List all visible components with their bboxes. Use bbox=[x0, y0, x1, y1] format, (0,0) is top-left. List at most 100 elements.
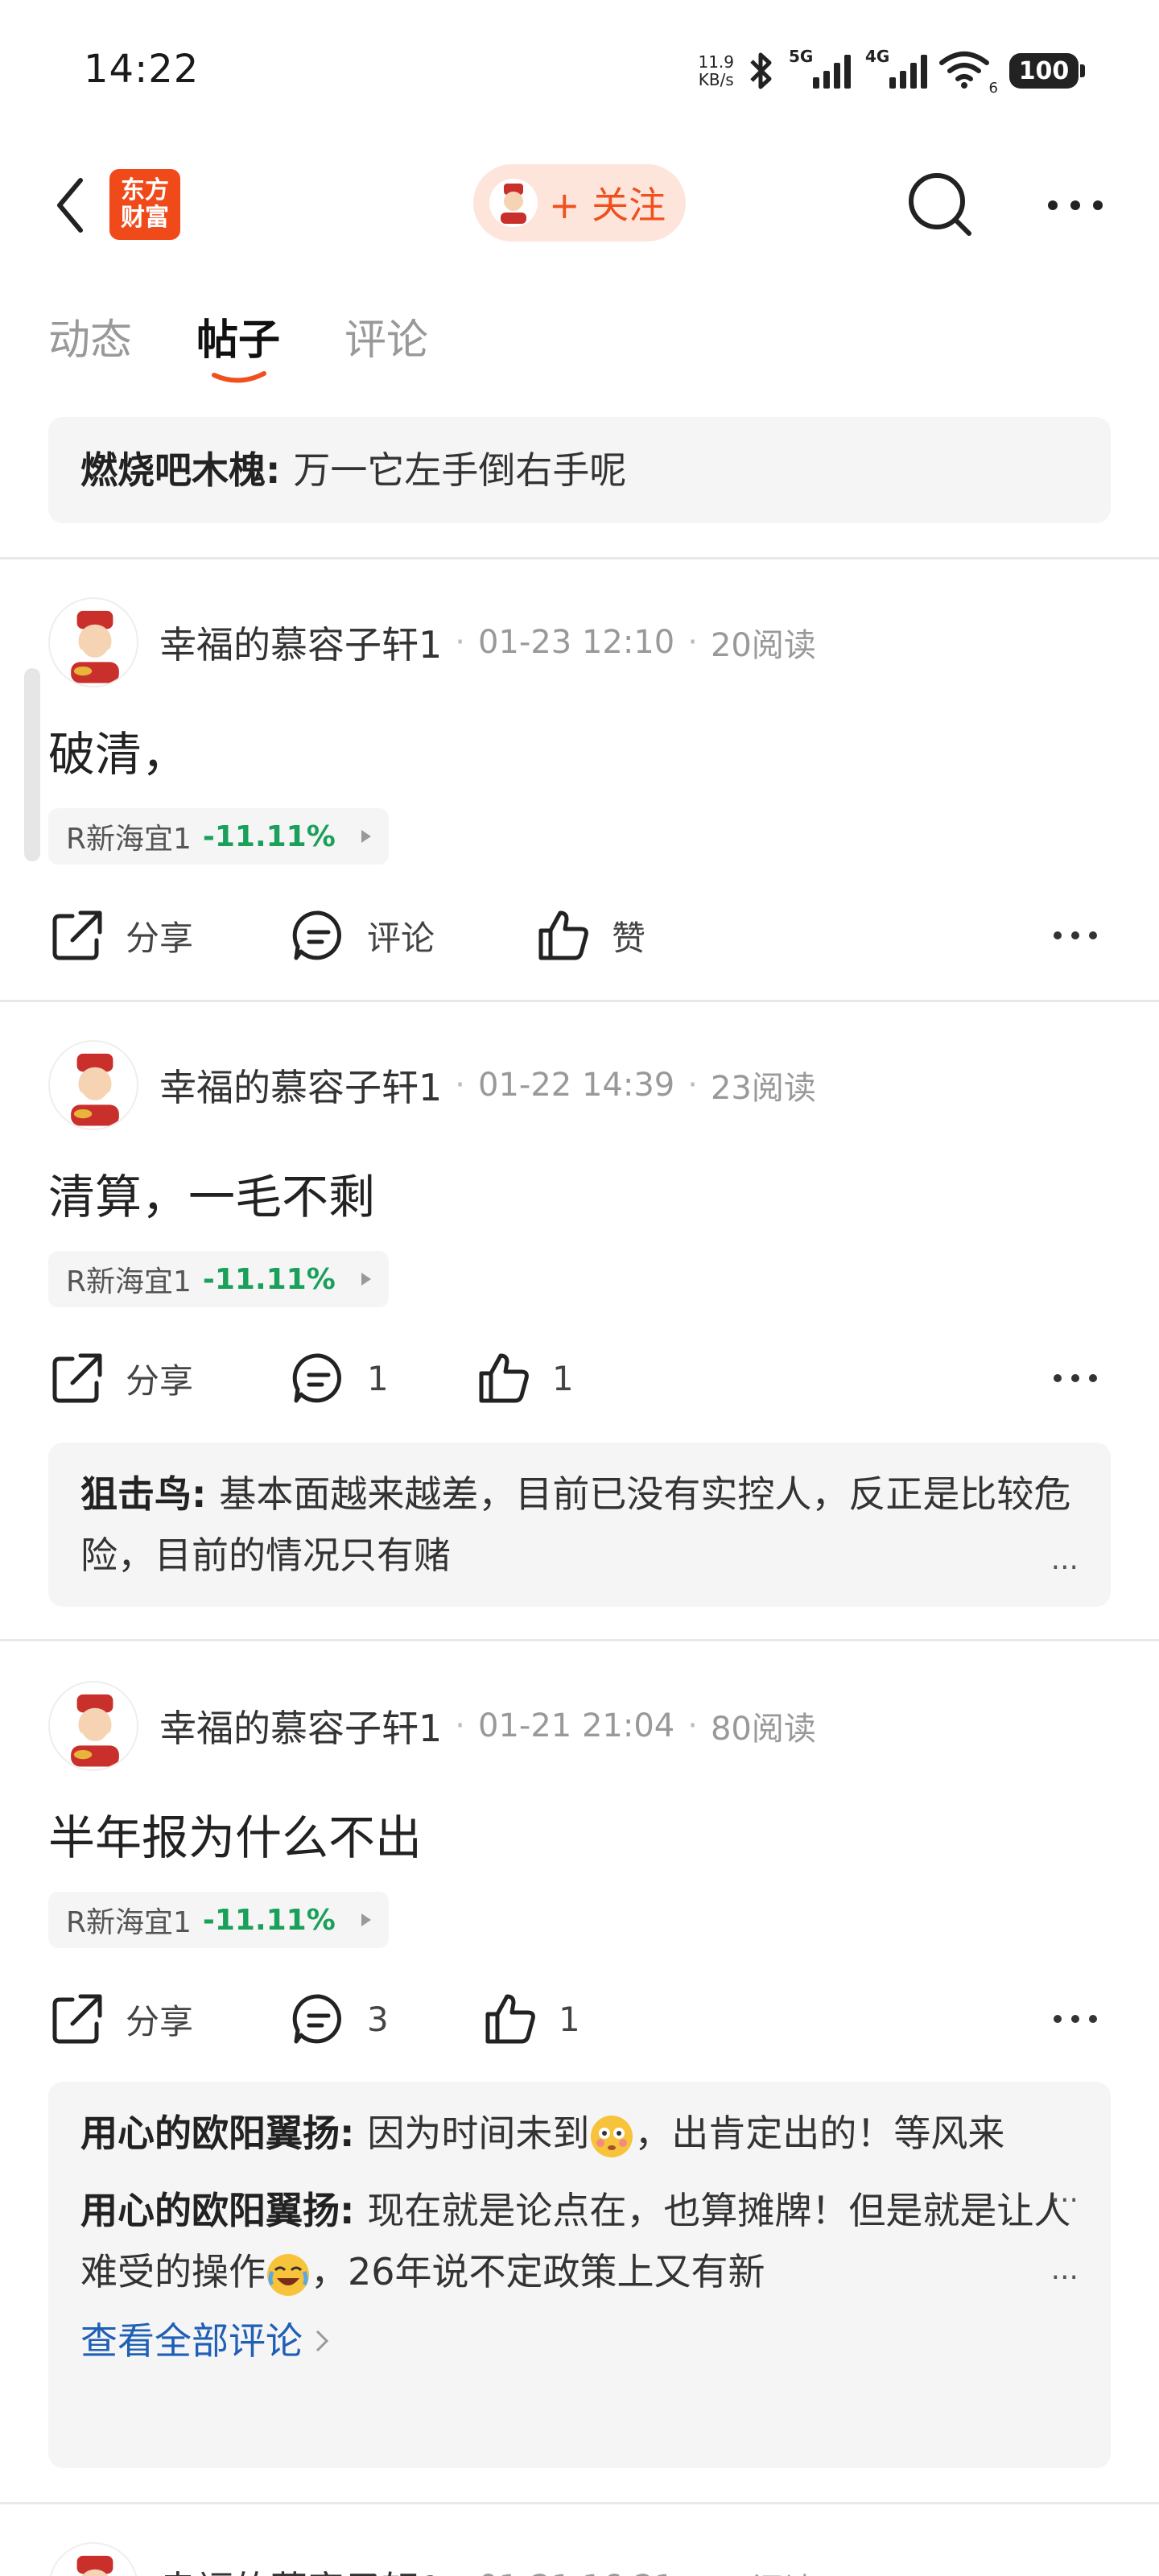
post-date: 01-21 16:21 bbox=[478, 2569, 674, 2576]
tab-posts[interactable]: 帖子 bbox=[196, 306, 280, 383]
battery-level: 100 bbox=[1018, 56, 1070, 85]
battery-icon: 100 bbox=[1009, 53, 1085, 89]
post-more-icon[interactable] bbox=[1051, 926, 1099, 945]
post-body[interactable]: 半年报为什么不出 bbox=[48, 1800, 422, 1868]
comment-author[interactable]: 燃烧吧木槐 bbox=[80, 448, 266, 492]
chevron-right-icon bbox=[316, 2330, 329, 2352]
share-button[interactable]: 分享 bbox=[48, 897, 193, 974]
chip-arrow-icon bbox=[361, 1913, 371, 1926]
like-button[interactable]: 1 bbox=[475, 1340, 574, 1417]
post-reads: 20阅读 bbox=[710, 627, 816, 664]
signal-4g-icon: 4G bbox=[865, 47, 927, 89]
post-actions: 分享 3 1 bbox=[48, 1980, 1111, 2058]
top-comment-box[interactable]: 燃烧吧木槐: 万一它左手倒右手呢 bbox=[48, 417, 1111, 523]
logo-line-1: 东方 bbox=[121, 176, 169, 204]
share-label: 分享 bbox=[126, 918, 194, 958]
comment-button[interactable]: 评论 bbox=[290, 897, 435, 974]
net-speed-value: 11.9 bbox=[698, 52, 734, 72]
thumbs-up-icon bbox=[538, 910, 588, 960]
like-button[interactable]: 赞 bbox=[534, 897, 645, 974]
comment-author[interactable]: 用心的欧阳翼扬 bbox=[80, 2112, 340, 2155]
comment-separator: : bbox=[192, 1472, 220, 1516]
divider bbox=[0, 1639, 1159, 1641]
post-author[interactable]: 幸福的慕容子轩1 bbox=[159, 1059, 442, 1112]
post-body[interactable]: 破清， bbox=[48, 716, 188, 784]
post-header: 幸福的慕容子轩1 · 01-21 16:21 · 45阅读 bbox=[48, 2541, 816, 2576]
comment-separator: : bbox=[340, 2189, 368, 2232]
comment-author[interactable]: 狙击鸟 bbox=[80, 1472, 192, 1516]
avatar[interactable] bbox=[48, 597, 138, 687]
scroll-indicator[interactable] bbox=[24, 668, 40, 861]
meta-dot: · bbox=[455, 2569, 465, 2576]
comment-text-cont: ，26年说不定政策上又有新 bbox=[311, 2250, 765, 2293]
signal-5g-label: 5G bbox=[789, 47, 814, 66]
back-button[interactable] bbox=[47, 169, 95, 242]
post-actions: 分享 评论 赞 bbox=[48, 897, 1111, 974]
flushed-face-emoji-icon bbox=[591, 2115, 633, 2157]
post-author[interactable]: 幸福的慕容子轩1 bbox=[159, 616, 442, 669]
thumbs-up-icon bbox=[485, 1994, 535, 2044]
more-options-button[interactable] bbox=[1043, 177, 1107, 233]
post-body[interactable]: 清算，一毛不剩 bbox=[48, 1159, 375, 1227]
post-date: 01-22 14:39 bbox=[478, 1067, 675, 1104]
thumbs-up-icon bbox=[479, 1353, 529, 1403]
comment-text: 基本面越来越差，目前已没有实控人，反正是比较危险，目前的情况只有赌 bbox=[80, 1472, 1071, 1577]
comment-icon bbox=[292, 1994, 341, 2044]
post-author[interactable]: 幸福的慕容子轩1 bbox=[159, 1699, 442, 1752]
logo-line-2: 财富 bbox=[121, 204, 169, 232]
stock-tag[interactable]: R新海宜1 -11.11% bbox=[48, 1251, 389, 1307]
stock-tag[interactable]: R新海宜1 -11.11% bbox=[48, 808, 389, 865]
stock-tag[interactable]: R新海宜1 -11.11% bbox=[48, 1892, 389, 1948]
avatar[interactable] bbox=[48, 1681, 138, 1771]
comment-separator: : bbox=[340, 2112, 368, 2155]
post-header: 幸福的慕容子轩1 · 01-21 21:04 · 80阅读 bbox=[48, 1679, 816, 1773]
follow-button[interactable]: + 关注 bbox=[473, 164, 686, 242]
app-logo[interactable]: 东方 财富 bbox=[109, 169, 180, 240]
post-date: 01-21 21:04 bbox=[478, 1707, 675, 1744]
top-nav: 东方 财富 + 关注 bbox=[0, 153, 1159, 258]
post-author[interactable]: 幸福的慕容子轩1 bbox=[159, 2561, 442, 2576]
post-reads: 45阅读 bbox=[711, 2564, 816, 2576]
meta-dot: · bbox=[687, 1067, 698, 1104]
divider bbox=[0, 557, 1159, 559]
comment-count: 1 bbox=[367, 1358, 389, 1398]
comment-preview-box[interactable]: 狙击鸟: 基本面越来越差，目前已没有实控人，反正是比较危险，目前的情况只有赌 .… bbox=[48, 1443, 1111, 1607]
comment-button[interactable]: 1 bbox=[290, 1340, 389, 1417]
chip-arrow-icon bbox=[361, 1273, 371, 1286]
post-date: 01-23 12:10 bbox=[478, 624, 675, 661]
comment-ellipsis: ... bbox=[1050, 2253, 1079, 2286]
tab-dynamics[interactable]: 动态 bbox=[48, 306, 132, 366]
tab-comments[interactable]: 评论 bbox=[344, 306, 428, 366]
meta-dot: · bbox=[687, 1707, 698, 1744]
share-icon bbox=[52, 1994, 102, 2044]
divider bbox=[0, 2502, 1159, 2504]
comment-text: 因为时间未到 bbox=[367, 2112, 590, 2155]
search-button[interactable] bbox=[905, 169, 977, 242]
share-button[interactable]: 分享 bbox=[48, 1340, 193, 1417]
comment-author[interactable]: 用心的欧阳翼扬 bbox=[80, 2189, 340, 2232]
comment-button[interactable]: 3 bbox=[290, 1980, 389, 2058]
net-speed: 11.9 KB/s bbox=[698, 53, 734, 89]
stock-name: R新海宜1 bbox=[66, 823, 192, 856]
status-bar: 14:22 11.9 KB/s 5G 4G 6 100 bbox=[0, 0, 1159, 145]
post-reads: 80阅读 bbox=[710, 1711, 816, 1748]
post-more-icon[interactable] bbox=[1051, 1368, 1099, 1388]
comment-row[interactable]: 用心的欧阳翼扬: 因为时间未到 ，出肯定出的！等风来 ... bbox=[80, 2103, 1079, 2209]
status-icons: 11.9 KB/s 5G 4G 6 100 bbox=[698, 47, 1085, 97]
avatar[interactable] bbox=[48, 2542, 138, 2576]
chip-arrow-icon bbox=[361, 830, 371, 843]
more-dots-icon bbox=[1048, 200, 1103, 210]
active-tab-indicator bbox=[212, 371, 267, 383]
see-all-comments-link[interactable]: 查看全部评论 bbox=[80, 2310, 1079, 2372]
comment-row[interactable]: 用心的欧阳翼扬: 现在就是论点在，也算摊牌！但是就是让人难受的操作 ，26年说不定… bbox=[80, 2180, 1079, 2302]
avatar[interactable] bbox=[48, 1040, 138, 1130]
post-more-icon[interactable] bbox=[1051, 2009, 1099, 2029]
stock-change: -11.11% bbox=[202, 819, 336, 853]
share-label: 分享 bbox=[126, 2001, 194, 2041]
like-button[interactable]: 1 bbox=[481, 1980, 580, 2058]
signal-5g-icon: 5G bbox=[789, 47, 851, 89]
share-button[interactable]: 分享 bbox=[48, 1980, 193, 2058]
laughing-face-emoji-icon bbox=[267, 2253, 309, 2296]
comment-preview-box[interactable]: 用心的欧阳翼扬: 因为时间未到 ，出肯定出的！等风来 ... 用心的欧阳翼扬: 现… bbox=[48, 2082, 1111, 2468]
like-count: 1 bbox=[552, 1358, 574, 1398]
